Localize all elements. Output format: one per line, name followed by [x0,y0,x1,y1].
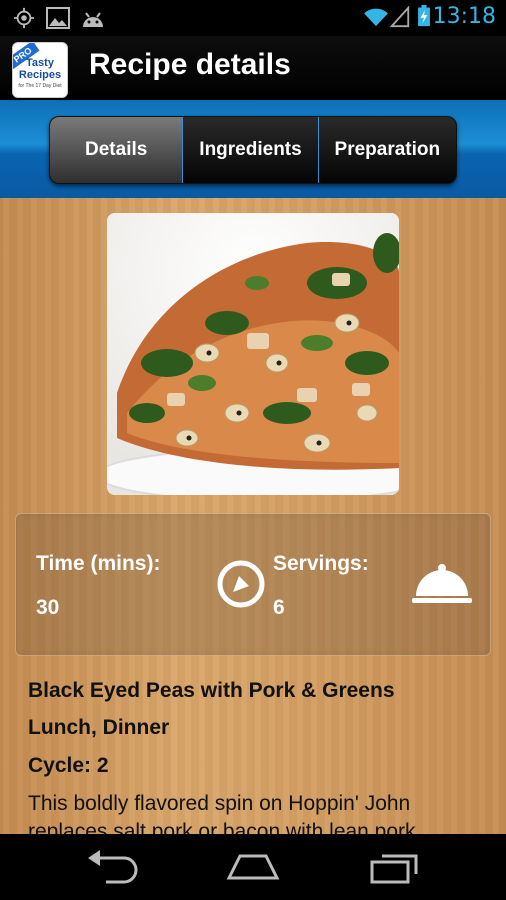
recipe-photo-image [107,213,399,495]
recipe-photo [107,213,399,495]
tab-details[interactable]: Details [50,117,183,183]
action-bar: PRO Tasty Recipes for The 17 Day Diet Rec… [0,36,506,100]
servings-value: 6 [273,596,285,619]
time-value: 30 [36,596,60,619]
home-button[interactable] [226,850,280,884]
serving-cloche-icon [412,564,472,603]
tab-band: Details Ingredients Preparation [0,100,506,198]
tab-ingredients[interactable]: Ingredients [182,117,318,183]
recipe-meals: Lunch, Dinner [28,716,170,739]
tab-preparation[interactable]: Preparation [317,117,456,183]
recipe-cycle: Cycle: 2 [28,754,109,777]
app-icon[interactable]: PRO Tasty Recipes for The 17 Day Diet [12,42,68,98]
picture-icon [46,7,70,29]
battery-icon [418,5,430,27]
wifi-icon [364,8,388,27]
time-label: Time (mins): [36,552,161,575]
navigation-bar [0,834,506,900]
android-icon [83,12,103,27]
recipe-content[interactable]: Time (mins): 30 Servings: 6 Black Eyed P… [0,198,506,834]
back-button[interactable] [86,850,138,884]
recipe-info-box: Time (mins): 30 Servings: 6 [15,513,491,656]
clock: 13:18 [432,4,496,29]
recipe-description: This boldly flavored spin on Hoppin' Joh… [28,792,416,834]
clock-icon [217,560,265,608]
page-title: Recipe details [89,48,291,81]
status-bar: 13:18 [0,0,506,36]
tab-bar: Details Ingredients Preparation [49,116,457,184]
recent-apps-button[interactable] [370,850,420,884]
recipe-name: Black Eyed Peas with Pork & Greens [28,679,395,702]
app-icon-line1: Tasty Recipes [18,57,62,81]
gps-icon [13,7,35,29]
app-icon-subtitle: for The 17 Day Diet [18,83,62,89]
servings-label: Servings: [273,552,369,575]
signal-icon [390,6,410,28]
